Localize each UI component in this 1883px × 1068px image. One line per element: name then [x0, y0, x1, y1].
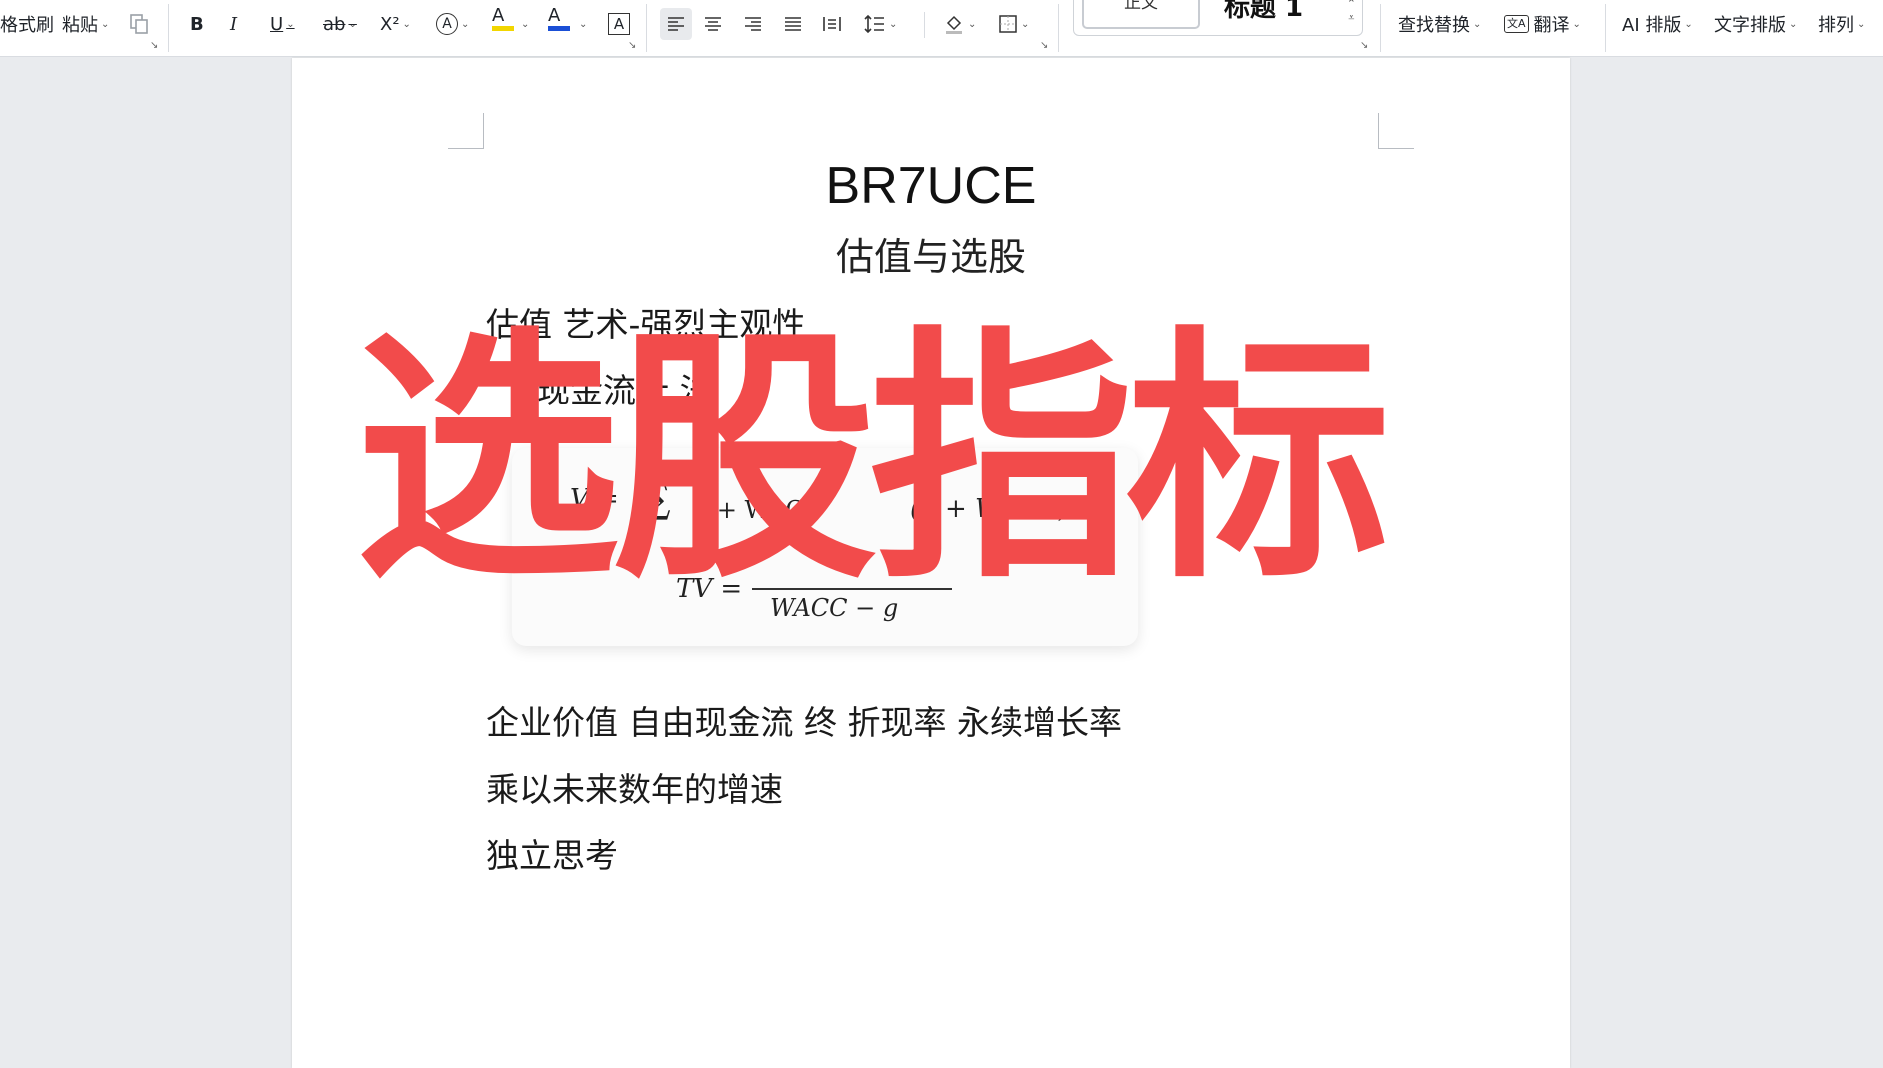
align-right-button[interactable] [743, 8, 763, 40]
borders-button[interactable]: ⌄ [998, 8, 1029, 40]
style-heading1-tile[interactable]: 标题 1 [1224, 0, 1303, 24]
chevron-down-icon: ⌄ [286, 18, 295, 30]
translate-icon: 文A [1504, 15, 1529, 33]
chevron-down-icon: ⌄ [521, 18, 530, 30]
arrange-label: 排列 [1818, 15, 1854, 36]
margin-corner-mark-left [448, 113, 484, 149]
format-painter-label: 格式刷 [0, 15, 54, 36]
styles-scroll-arrows[interactable]: ⌃ ⩡ [1347, 0, 1356, 25]
highlight-dropdown[interactable]: ⌄ [518, 8, 529, 40]
borders-icon [999, 15, 1017, 33]
chevron-down-icon: ⌄ [1572, 18, 1581, 30]
distribute-button[interactable] [822, 8, 842, 40]
superscript-button[interactable]: X² ⌄ [380, 8, 411, 40]
chevron-down-icon: ⌄ [1789, 18, 1798, 30]
margin-corner-mark-right [1378, 113, 1414, 149]
chevron-down-icon: ⌄ [579, 18, 588, 30]
copy-button[interactable] [128, 8, 150, 40]
format-painter-button[interactable]: 格式刷 [0, 8, 54, 40]
highlight-button[interactable]: A [492, 6, 514, 38]
separator [168, 4, 169, 52]
align-right-icon [745, 17, 761, 31]
bold-label: B [190, 13, 204, 35]
paragraph-line: 乘以未来数年的增速 [486, 770, 783, 809]
separator [1058, 4, 1059, 52]
chevron-down-icon: ⌄ [1857, 18, 1866, 30]
styles-launcher-icon[interactable]: ↘ [1360, 40, 1368, 51]
font-launcher-icon[interactable]: ↘ [628, 40, 636, 51]
chevron-down-icon: ⌄ [402, 18, 411, 30]
font-color-dropdown[interactable]: ⌄ [576, 8, 587, 40]
ai-layout-label: AI 排版 [1622, 15, 1682, 36]
superscript-label: X² [380, 13, 400, 35]
expand-icon[interactable]: ⩡ [1347, 11, 1356, 25]
separator [924, 12, 925, 38]
line-spacing-icon [864, 14, 884, 34]
paste-label: 粘贴 [62, 15, 98, 36]
find-replace-label: 查找替换 [1398, 15, 1470, 36]
underline-button[interactable]: U ⌄ [270, 8, 295, 40]
overlay-caption: 选股指标 [355, 306, 1391, 614]
chevron-down-icon: ⌄ [1021, 18, 1030, 30]
arrange-button[interactable]: 排列 ⌄ [1818, 8, 1865, 40]
chevron-down-icon: ⌄ [101, 18, 110, 30]
italic-label: I [230, 13, 238, 35]
strikethrough-label: ab [323, 13, 346, 35]
separator [1380, 4, 1381, 52]
text-layout-button[interactable]: 文字排版 ⌄ [1714, 8, 1797, 40]
font-effect-label: A [436, 13, 458, 35]
align-left-icon [668, 17, 684, 31]
align-center-button[interactable] [703, 8, 723, 40]
paste-button[interactable]: 粘贴 ⌄ [62, 8, 109, 40]
paint-bucket-icon [946, 15, 962, 34]
align-left-button[interactable] [660, 8, 692, 40]
chevron-down-icon: ⌄ [889, 18, 898, 30]
translate-button[interactable]: 文A 翻译 ⌄ [1504, 8, 1581, 40]
paragraph-line: 企业价值 自由现金流 终 折现率 永续增长率 [486, 703, 1122, 742]
italic-button[interactable]: I [230, 8, 237, 40]
strikethrough-button[interactable]: ab ⌄ [323, 8, 357, 40]
styles-gallery: 正文 标题 1 ⌃ ⩡ [1073, 0, 1363, 36]
align-center-icon [705, 17, 721, 31]
copy-icon [130, 14, 148, 34]
find-replace-button[interactable]: 查找替换 ⌄ [1398, 8, 1481, 40]
translate-label: 翻译 [1533, 15, 1570, 36]
distribute-icon [823, 17, 841, 31]
font-effect-button[interactable]: A ⌄ [436, 8, 469, 40]
document-subtitle: 估值与选股 [835, 235, 1026, 279]
font-color-bar [548, 26, 570, 31]
line-spacing-button[interactable]: ⌄ [864, 8, 897, 40]
chevron-down-icon: ⌄ [968, 18, 977, 30]
justify-icon [785, 17, 801, 31]
style-normal-tile[interactable]: 正文 [1082, 0, 1200, 29]
chevron-down-icon: ⌄ [461, 18, 470, 30]
text-layout-label: 文字排版 [1714, 15, 1786, 36]
chevron-down-icon: ⌄ [1684, 18, 1693, 30]
justify-button[interactable] [783, 8, 803, 40]
style-normal-label: 正文 [1124, 0, 1158, 13]
bold-button[interactable]: B [190, 8, 204, 40]
separator [646, 4, 647, 52]
document-title: BR7UCE [825, 157, 1037, 215]
ai-layout-button[interactable]: AI 排版 ⌄ [1622, 8, 1693, 40]
char-border-button[interactable]: A [608, 8, 630, 40]
chevron-up-icon[interactable]: ⌃ [1347, 0, 1356, 11]
chevron-down-icon: ⌄ [1473, 18, 1482, 30]
highlight-icon: A [492, 5, 505, 26]
underline-label: U [270, 13, 284, 35]
paragraph-line: 独立思考 [486, 836, 618, 875]
char-border-label: A [608, 13, 630, 35]
font-color-icon: A [548, 5, 561, 26]
paragraph-launcher-icon[interactable]: ↘ [1040, 40, 1048, 51]
chevron-down-icon: ⌄ [348, 18, 357, 30]
highlight-color-bar [492, 26, 514, 31]
ribbon-toolbar: 格式刷 粘贴 ⌄ ↘ B I U ⌄ ab ⌄ X² ⌄ A ⌄ A ⌄ A ⌄… [0, 0, 1883, 57]
clipboard-launcher-icon[interactable]: ↘ [150, 40, 158, 51]
style-heading1-label: 标题 1 [1224, 0, 1304, 23]
font-color-button[interactable]: A [548, 6, 570, 38]
shading-button[interactable]: ⌄ [943, 8, 976, 40]
separator [1605, 4, 1606, 52]
